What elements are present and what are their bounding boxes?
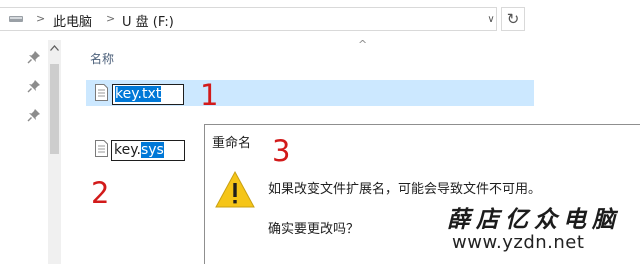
annotation-number: 1 xyxy=(200,78,219,112)
breadcrumb-separator: > xyxy=(106,12,116,25)
pin-icon[interactable] xyxy=(27,108,41,122)
scroll-up-icon[interactable] xyxy=(49,44,60,52)
breadcrumb-this-pc[interactable]: 此电脑 xyxy=(53,11,92,30)
annotation-number: 2 xyxy=(91,176,110,210)
warning-icon xyxy=(215,170,255,208)
dialog-title: 重命名 xyxy=(212,136,252,151)
annotation-number: 3 xyxy=(272,134,291,168)
dialog-message: 如果改变文件扩展名，可能会导致文件不可用。 xyxy=(268,182,542,197)
text-file-icon xyxy=(95,140,108,157)
watermark-brand: 薛店亿众电脑 xyxy=(447,206,621,233)
dialog-question: 确实要更改吗？ xyxy=(268,222,360,237)
drive-icon xyxy=(9,16,23,22)
refresh-icon: ↻ xyxy=(506,10,520,28)
watermark-url: www.yzdn.net xyxy=(452,232,585,253)
sort-ascending-icon: ^ xyxy=(358,38,368,51)
breadcrumb-usb-drive[interactable]: U 盘 (F:) xyxy=(122,11,174,30)
pin-icon[interactable] xyxy=(27,79,41,93)
chevron-down-icon: ∨ xyxy=(487,13,495,25)
pin-icon[interactable] xyxy=(27,50,41,64)
refresh-button[interactable]: ↻ xyxy=(501,7,525,31)
rename-field[interactable]: key.sys xyxy=(111,140,185,161)
rename-field[interactable]: key.txt xyxy=(112,84,184,105)
breadcrumb-separator: > xyxy=(36,12,46,25)
filename-unselected: key. xyxy=(114,142,141,158)
extension-selected: sys xyxy=(140,142,164,158)
text-file-icon xyxy=(95,84,108,101)
column-header-name[interactable]: 名称 xyxy=(90,50,114,67)
address-dropdown-button[interactable]: ∨ xyxy=(484,10,498,28)
filename-selected: key.txt xyxy=(115,86,162,102)
nav-scrollbar-thumb[interactable] xyxy=(50,64,59,154)
